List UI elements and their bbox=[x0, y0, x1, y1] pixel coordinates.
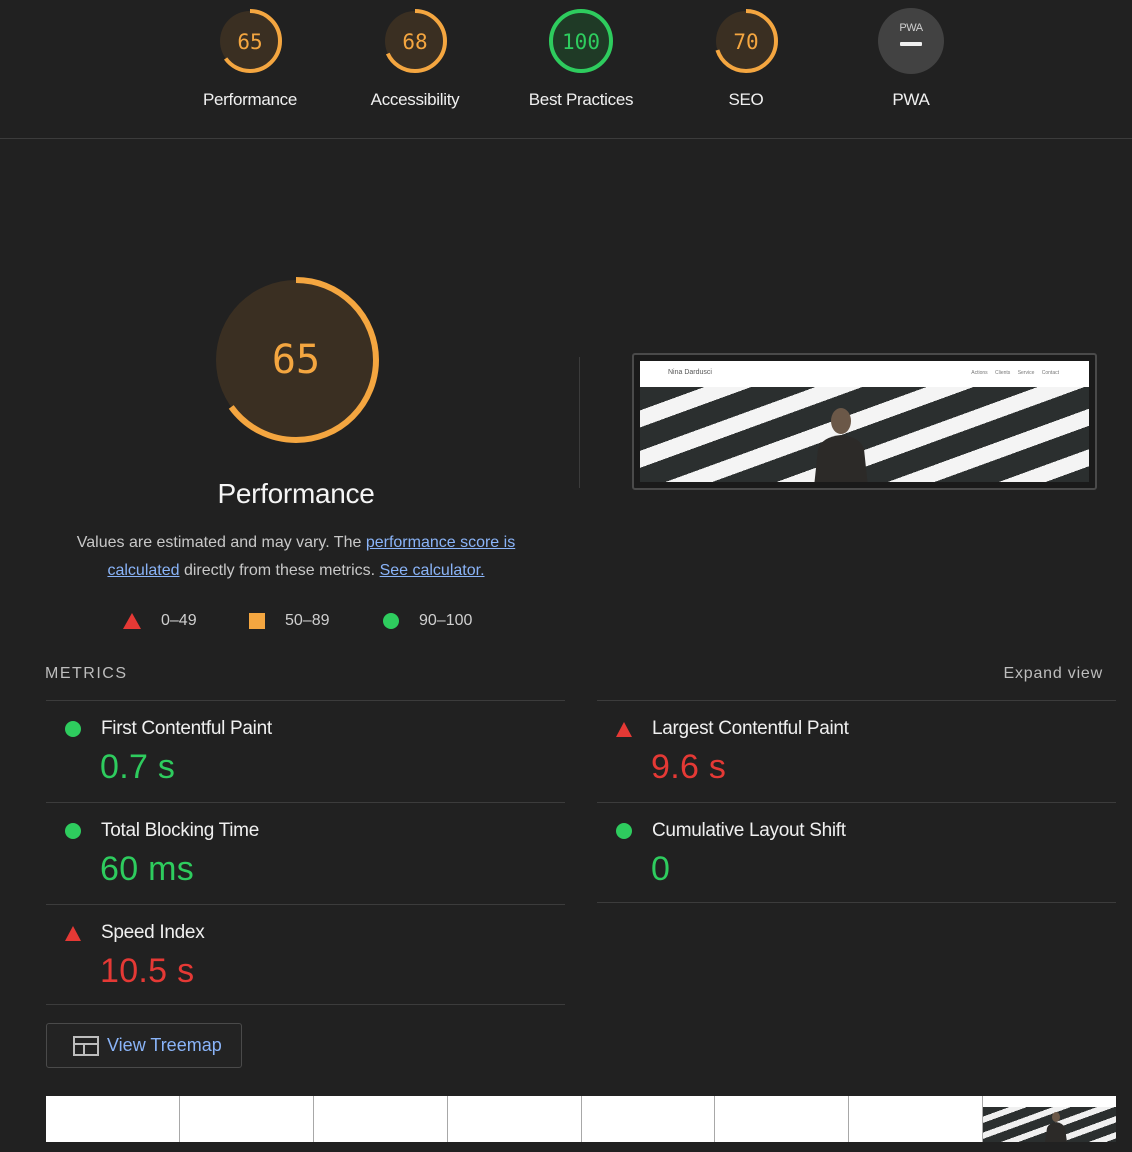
gauge-ring: 100 bbox=[549, 9, 613, 73]
desc-text: Values are estimated and may vary. The bbox=[76, 534, 366, 551]
screenshot-site-nav: Actions Clients Service Contact bbox=[971, 370, 1059, 376]
gauge-ring: 65 bbox=[218, 9, 282, 73]
view-treemap-button[interactable]: View Treemap bbox=[46, 1023, 242, 1068]
person-figure-icon bbox=[1045, 1112, 1068, 1142]
filmstrip-frame bbox=[581, 1096, 716, 1142]
see-calculator-link[interactable]: See calculator. bbox=[380, 562, 485, 579]
performance-gauge: 65 bbox=[213, 277, 379, 443]
gauge-score: 65 bbox=[237, 30, 262, 54]
legend-poor: 0–49 bbox=[123, 612, 197, 630]
screenshot-site-header: Nina Dardusci Actions Clients Service Co… bbox=[640, 361, 1089, 387]
metric-divider bbox=[597, 902, 1116, 903]
metric-speed-index: Speed Index 10.5 s bbox=[46, 904, 565, 1006]
triangle-icon bbox=[65, 926, 81, 941]
legend-range: 50–89 bbox=[285, 612, 330, 629]
gauge-label: Best Practices bbox=[528, 90, 634, 109]
metrics-heading: METRICS bbox=[45, 665, 128, 682]
metric-divider bbox=[46, 1004, 565, 1005]
metric-total-blocking-time: Total Blocking Time 60 ms bbox=[46, 802, 565, 904]
gauge-score: 100 bbox=[562, 30, 600, 54]
vertical-divider bbox=[579, 357, 580, 488]
legend-range: 0–49 bbox=[161, 612, 197, 629]
pwa-badge-icon: PWA bbox=[878, 8, 944, 74]
gauge-seo[interactable]: 70 SEO bbox=[661, 6, 831, 110]
circle-icon bbox=[65, 823, 81, 839]
metric-value: 0 bbox=[651, 850, 671, 888]
metric-cumulative-layout-shift: Cumulative Layout Shift 0 bbox=[597, 802, 1116, 904]
final-screenshot[interactable]: Nina Dardusci Actions Clients Service Co… bbox=[632, 353, 1097, 490]
filmstrip-frame bbox=[849, 1096, 984, 1142]
gauge-pwa[interactable]: PWA PWA bbox=[826, 6, 996, 110]
circle-icon bbox=[65, 721, 81, 737]
gauge-score: 70 bbox=[733, 30, 758, 54]
person-figure-icon bbox=[814, 408, 868, 482]
square-icon bbox=[249, 613, 265, 629]
filmstrip-frame bbox=[179, 1096, 314, 1142]
gauge-label: SEO bbox=[728, 90, 764, 109]
metric-first-contentful-paint: First Contentful Paint 0.7 s bbox=[46, 700, 565, 802]
gauge-label: Performance bbox=[202, 90, 298, 109]
filmstrip-frame bbox=[46, 1096, 180, 1142]
filmstrip bbox=[46, 1096, 1116, 1142]
performance-description: Values are estimated and may vary. The p… bbox=[55, 529, 537, 585]
metric-value: 0.7 s bbox=[100, 748, 176, 786]
metric-value: 9.6 s bbox=[651, 748, 727, 786]
pwa-badge-text: PWA bbox=[899, 22, 923, 34]
gauge-label: Accessibility bbox=[370, 90, 460, 109]
filmstrip-frame bbox=[447, 1096, 582, 1142]
circle-icon bbox=[616, 823, 632, 839]
metric-label: Cumulative Layout Shift bbox=[652, 820, 846, 841]
metric-label: Total Blocking Time bbox=[101, 820, 259, 841]
gauge-accessibility[interactable]: 68 Accessibility bbox=[330, 6, 500, 110]
treemap-icon bbox=[73, 1035, 99, 1056]
performance-score: 65 bbox=[272, 337, 320, 383]
filmstrip-frame bbox=[715, 1096, 850, 1142]
gauge-performance[interactable]: 65 Performance bbox=[165, 6, 335, 110]
triangle-icon bbox=[616, 722, 632, 737]
gauge-score: 68 bbox=[402, 30, 427, 54]
legend-range: 90–100 bbox=[419, 612, 473, 629]
gauge-label: PWA bbox=[892, 90, 930, 109]
metric-label: Speed Index bbox=[101, 922, 205, 943]
gauge-ring: 68 bbox=[383, 9, 447, 73]
metric-label: Largest Contentful Paint bbox=[652, 718, 849, 739]
circle-icon bbox=[383, 613, 399, 629]
metric-label: First Contentful Paint bbox=[101, 718, 272, 739]
screenshot-image: Nina Dardusci Actions Clients Service Co… bbox=[640, 361, 1089, 482]
filmstrip-frame bbox=[313, 1096, 448, 1142]
screenshot-site-name: Nina Dardusci bbox=[668, 369, 712, 376]
gauge-best-practices[interactable]: 100 Best Practices bbox=[496, 6, 666, 110]
filmstrip-frame-loaded bbox=[983, 1096, 1116, 1142]
desc-text: directly from these metrics. bbox=[179, 562, 380, 579]
legend-average: 50–89 bbox=[249, 612, 330, 630]
triangle-icon bbox=[123, 613, 141, 629]
performance-title: Performance bbox=[217, 478, 375, 509]
metric-value: 60 ms bbox=[100, 850, 195, 888]
gauge-ring: 70 bbox=[714, 9, 778, 73]
metric-value: 10.5 s bbox=[100, 952, 195, 990]
view-treemap-label: View Treemap bbox=[107, 1035, 222, 1055]
category-gauges-bar: 65 Performance 68 Accessibility 100 Best… bbox=[0, 0, 1132, 139]
expand-view-toggle[interactable]: Expand view bbox=[1003, 665, 1103, 683]
legend-good: 90–100 bbox=[383, 612, 472, 630]
metric-largest-contentful-paint: Largest Contentful Paint 9.6 s bbox=[597, 700, 1116, 802]
